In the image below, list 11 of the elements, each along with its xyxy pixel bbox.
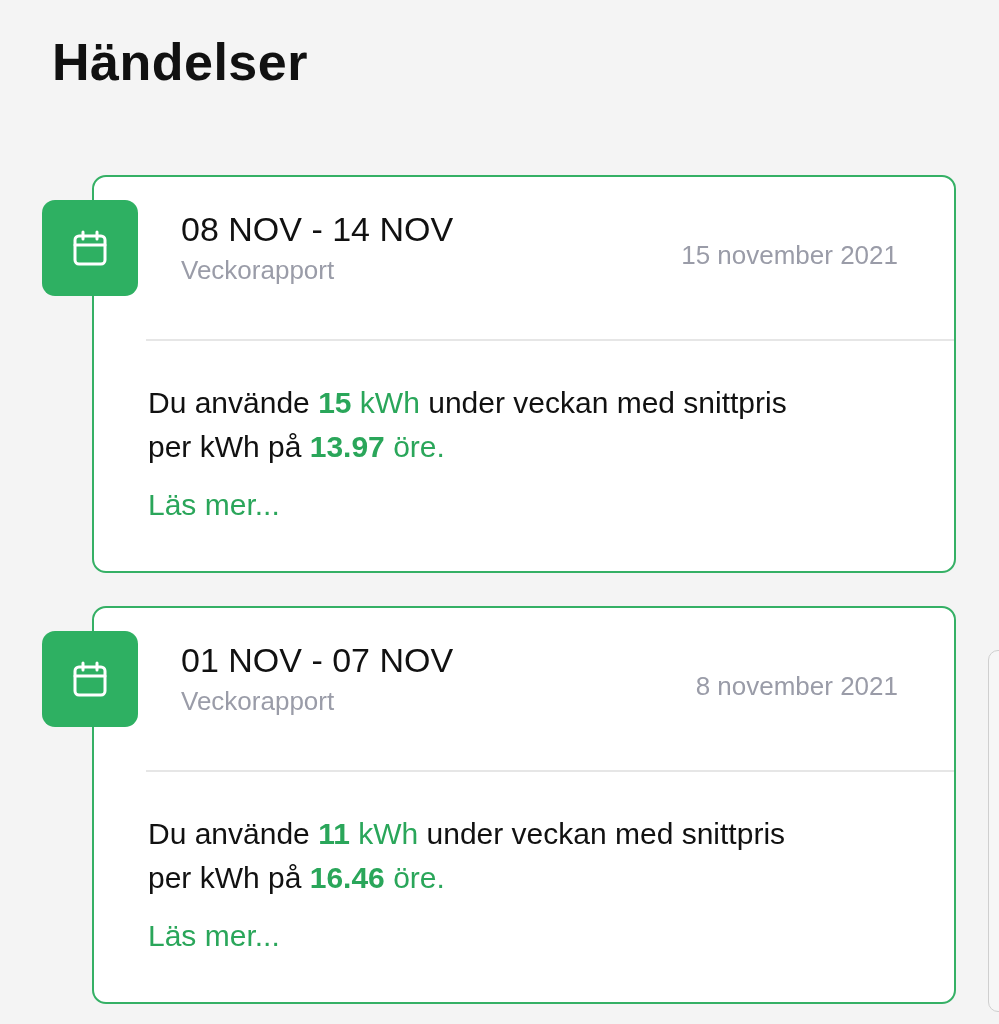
page-title: Händelser: [52, 32, 309, 93]
event-date: 15 november 2021: [681, 239, 898, 272]
event-type: Veckorapport: [181, 254, 336, 287]
event-type: Veckorapport: [181, 685, 336, 718]
event-date: 8 november 2021: [695, 670, 898, 703]
event-summary: Du använde 15 kWh under veckan med snittpris per kWh på 13.97 öre.: [148, 385, 788, 465]
event-summary: Du använde 11 kWh under veckan med snittpris per kWh på 16.46 öre.: [148, 816, 787, 896]
event-period: 08 NOV - 14 NOV: [181, 209, 454, 250]
read-more-link[interactable]: Läs mer...: [148, 485, 280, 525]
event-period: 01 NOV - 07 NOV: [181, 640, 454, 681]
read-more-link[interactable]: Läs mer...: [148, 916, 280, 956]
